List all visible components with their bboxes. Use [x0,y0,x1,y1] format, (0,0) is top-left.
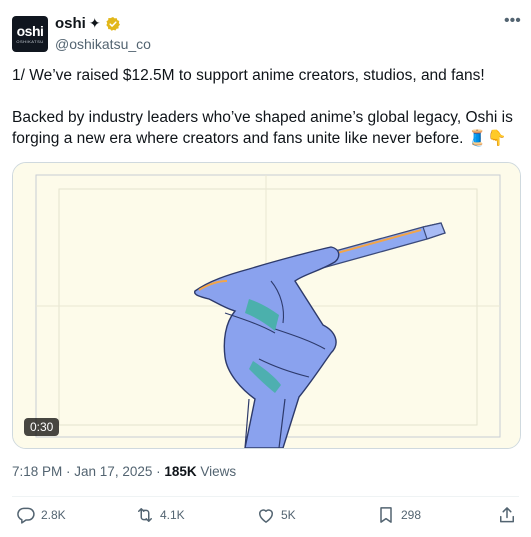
author-handle[interactable]: @oshikatsu_co [55,36,151,52]
video-duration-badge: 0:30 [24,418,60,436]
bookmark-button[interactable]: 298 [376,505,421,525]
avatar-logo-subtext: OSHIKATSU [16,39,44,44]
views-count: 185K [164,464,197,479]
reply-count: 2.8K [41,508,66,522]
bookmark-icon [380,507,392,523]
tweet-line-1: 1/ We’ve raised $12.5M to support anime … [12,67,485,84]
author-name-row: oshi ✦ [55,15,121,32]
bookmark-count: 298 [401,508,422,522]
display-name[interactable]: oshi [55,15,86,32]
reply-icon [17,507,35,524]
like-button[interactable]: 5K [256,505,296,525]
avatar[interactable]: oshi OSHIKATSU [12,16,48,52]
repost-count: 4.1K [160,508,185,522]
tweet-line-2: Backed by industry leaders who’ve shaped… [12,109,513,147]
reply-button[interactable]: 2.8K [16,505,66,525]
meta-separator-1: · [62,464,75,479]
tweet-text: 1/ We’ve raised $12.5M to support anime … [12,65,522,149]
tweet-date[interactable]: Jan 17, 2025 [74,464,152,479]
name-sparkle-glyph: ✦ [88,15,101,31]
share-icon [500,507,514,523]
video-frame-drawing [13,163,520,448]
like-count: 5K [281,508,296,522]
views-label: Views [196,464,237,479]
avatar-logo-text: oshi [16,23,44,39]
action-bar: 2.8K 4.1K 5K 298 [0,505,531,531]
video-media[interactable] [12,162,521,449]
divider [12,496,519,497]
tweet-time[interactable]: 7:18 PM [12,464,62,479]
verified-badge-icon [105,16,120,31]
more-icon[interactable]: ••• [504,12,521,30]
repost-icon [138,508,152,522]
like-icon [259,509,273,523]
share-button[interactable] [497,505,517,525]
repost-button[interactable]: 4.1K [135,505,185,525]
meta-separator-2: · [152,464,165,479]
tweet-meta: 7:18 PM · Jan 17, 2025 · 185K Views [12,464,236,479]
